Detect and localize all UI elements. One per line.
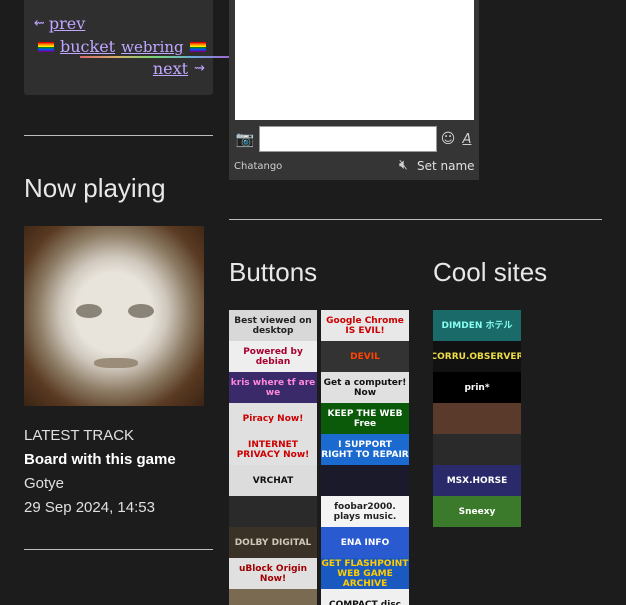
cool-site-badge-label: MSX.HORSE xyxy=(446,475,508,486)
track-artist: Gotye xyxy=(24,475,65,492)
now-playing-info: LATEST TRACK Board with this game Gotye … xyxy=(24,424,176,520)
button-badge-label: Piracy Now! xyxy=(242,413,304,424)
button-badge-9[interactable]: COMPACT disc xyxy=(321,589,409,605)
webring-box: ⇜ prev bucket webring next ⇝ xyxy=(24,0,230,95)
button-badge-label: ENA INFO xyxy=(340,537,390,548)
button-badge-0[interactable]: Google Chrome IS EVIL! xyxy=(321,310,409,341)
track-title: Board with this game xyxy=(24,451,176,468)
webring-prev-link[interactable]: prev xyxy=(49,14,85,33)
button-badge-2[interactable]: Get a computer! Now xyxy=(321,372,409,403)
cover-mouth xyxy=(94,358,138,368)
button-badge-5[interactable] xyxy=(321,465,409,496)
button-badge-2[interactable]: kris where tf are we xyxy=(229,372,317,403)
chat-brand[interactable]: Chatango xyxy=(234,161,282,172)
format-text-icon[interactable]: A xyxy=(459,132,475,147)
cover-eye xyxy=(128,304,154,318)
button-badge-6[interactable]: foobar2000. plays music. xyxy=(321,496,409,527)
button-badge-3[interactable]: KEEP THE WEB Free xyxy=(321,403,409,434)
webring-title-word2[interactable]: webring xyxy=(121,38,184,56)
rainbow-underline xyxy=(80,56,230,58)
cool-site-badge-4[interactable] xyxy=(433,434,521,465)
webring-next-link[interactable]: next xyxy=(153,59,188,78)
button-badge-label: DOLBY DIGITAL xyxy=(234,537,312,548)
divider xyxy=(24,549,213,550)
button-badge-5[interactable]: VRCHAT xyxy=(229,465,317,496)
button-badge-label: I SUPPORT RIGHT TO REPAIR xyxy=(321,439,409,460)
chat-input-bar: 📷 ☺ A xyxy=(233,124,475,154)
button-badge-9[interactable] xyxy=(229,589,317,605)
buttons-heading: Buttons xyxy=(229,257,318,287)
cool-site-badge-label: prin* xyxy=(464,382,490,393)
button-badge-label: Get a computer! Now xyxy=(323,377,407,398)
cool-site-badge-6[interactable]: Sneexy xyxy=(433,496,521,527)
cool-site-badge-1[interactable]: CORRU.OBSERVER xyxy=(433,341,521,372)
button-badge-label: Google Chrome IS EVIL! xyxy=(326,315,404,336)
chat-messages[interactable] xyxy=(235,0,474,120)
button-badge-0[interactable]: Best viewed on desktop xyxy=(229,310,317,341)
webring-title[interactable]: bucket webring xyxy=(38,37,206,56)
button-badge-8[interactable]: uBlock Origin Now! xyxy=(229,558,317,589)
divider xyxy=(24,135,213,136)
webring-next[interactable]: next ⇝ xyxy=(153,59,205,78)
webring-prev[interactable]: ⇜ prev xyxy=(34,14,85,33)
cool-site-badge-5[interactable]: MSX.HORSE xyxy=(433,465,521,496)
button-badge-7[interactable]: DOLBY DIGITAL xyxy=(229,527,317,558)
latest-track-label: LATEST TRACK xyxy=(24,427,135,444)
album-cover xyxy=(24,226,204,406)
cover-eye xyxy=(76,304,102,318)
button-badge-4[interactable]: I SUPPORT RIGHT TO REPAIR xyxy=(321,434,409,465)
button-badge-label: uBlock Origin Now! xyxy=(238,563,308,584)
chat-footer: Chatango 🔇︎ Set name xyxy=(234,157,476,176)
webring-title-word1[interactable]: bucket xyxy=(60,37,115,56)
now-playing-heading: Now playing xyxy=(24,173,166,203)
page: ⇜ prev bucket webring next ⇝ Now playing… xyxy=(0,0,626,605)
button-badge-label: VRCHAT xyxy=(252,475,294,486)
button-badge-label: Powered by debian xyxy=(243,346,303,367)
button-badge-4[interactable]: INTERNET PRIVACY Now! xyxy=(229,434,317,465)
button-badge-6[interactable] xyxy=(229,496,317,527)
cool-site-badge-3[interactable] xyxy=(433,403,521,434)
button-badge-8[interactable]: GET FLASHPOINT WEB GAME ARCHIVE xyxy=(321,558,409,589)
cool-sites-heading: Cool sites xyxy=(433,257,548,287)
button-badge-label: KEEP THE WEB Free xyxy=(327,408,403,429)
mute-icon[interactable]: 🔇︎ xyxy=(399,157,408,173)
cool-site-badge-label: DIMDEN ホテル xyxy=(441,320,513,331)
cool-site-badge-label: CORRU.OBSERVER xyxy=(433,351,521,362)
button-badge-1[interactable]: DEVIL xyxy=(321,341,409,372)
track-timestamp: 29 Sep 2024, 14:53 xyxy=(24,499,155,516)
emoji-icon[interactable]: ☺ xyxy=(437,131,459,147)
cool-site-badge-label: Sneexy xyxy=(458,506,496,517)
pride-flag-icon xyxy=(189,41,206,52)
button-badge-label: foobar2000. plays music. xyxy=(333,501,397,522)
button-badge-1[interactable]: Powered by debian xyxy=(229,341,317,372)
set-name-button[interactable]: Set name xyxy=(417,159,475,173)
arrow-left-icon: ⇜ xyxy=(34,16,45,31)
pride-flag-icon xyxy=(38,41,54,52)
button-badge-label: Best viewed on desktop xyxy=(234,315,312,336)
button-badge-label: INTERNET PRIVACY Now! xyxy=(236,439,310,460)
chat-widget: 📷 ☺ A Chatango 🔇︎ Set name xyxy=(229,0,479,180)
chat-message-input[interactable] xyxy=(259,126,437,152)
button-badge-label: GET FLASHPOINT WEB GAME ARCHIVE xyxy=(321,558,409,589)
button-badge-label: DEVIL xyxy=(350,351,380,362)
button-badge-label: COMPACT disc xyxy=(328,599,402,605)
camera-icon[interactable]: 📷 xyxy=(233,130,257,148)
cool-site-badge-2[interactable]: prin* xyxy=(433,372,521,403)
button-badge-label: kris where tf are we xyxy=(230,377,316,398)
button-badge-7[interactable]: ENA INFO xyxy=(321,527,409,558)
divider xyxy=(229,219,602,220)
arrow-right-icon: ⇝ xyxy=(194,61,205,76)
cool-site-badge-0[interactable]: DIMDEN ホテル xyxy=(433,310,521,341)
button-badge-3[interactable]: Piracy Now! xyxy=(229,403,317,434)
